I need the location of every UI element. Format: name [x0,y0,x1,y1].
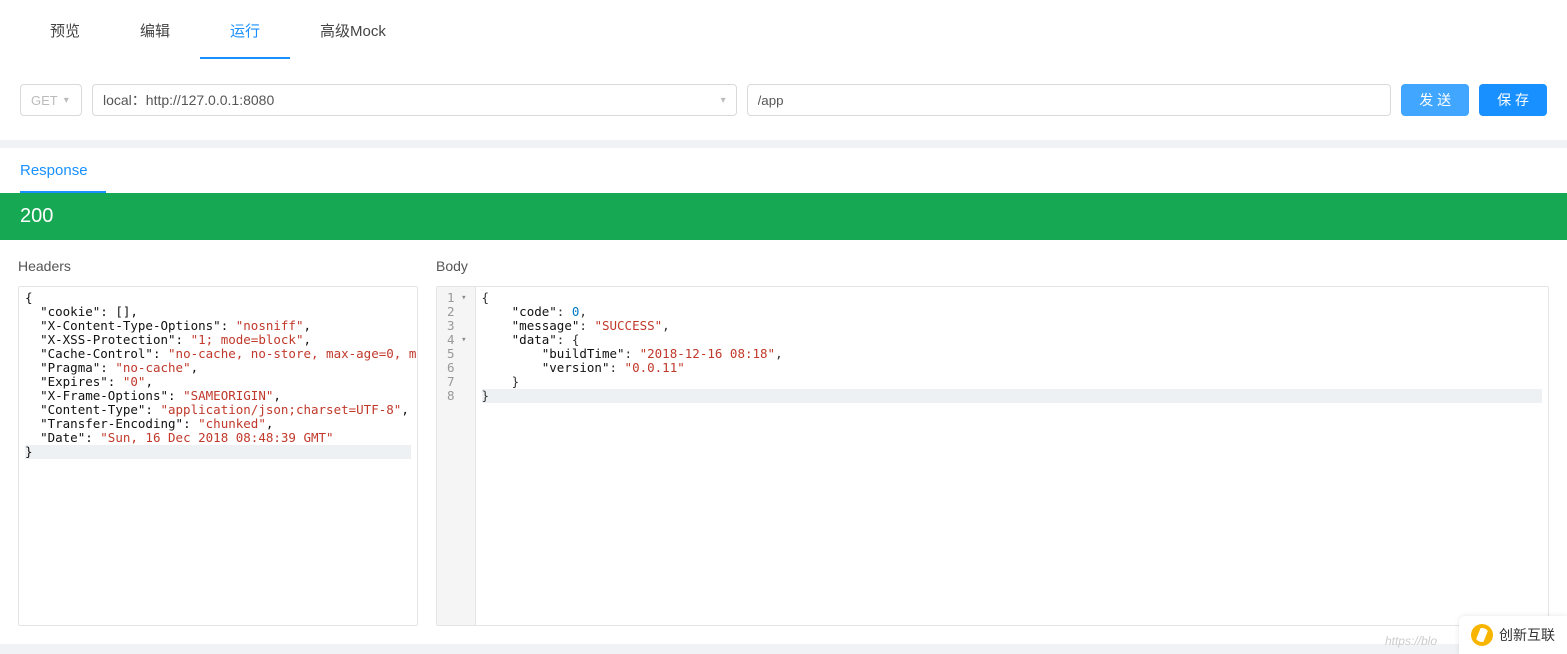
body-title: Body [436,252,1549,286]
logo-text: 创新互联 [1499,625,1555,645]
body-panel: Body 1▾234▾5678 { "code": 0, "message": … [436,252,1549,626]
send-button[interactable]: 发 送 [1401,84,1469,116]
body-code-box[interactable]: 1▾234▾5678 { "code": 0, "message": "SUCC… [436,286,1549,626]
tab-preview[interactable]: 预览 [20,0,110,59]
request-row: GET ▾ local：http://127.0.0.1:8080 ▾ 发 送 … [0,60,1567,140]
headers-code-box[interactable]: { "cookie": [], "X-Content-Type-Options"… [18,286,418,626]
headers-panel: Headers { "cookie": [], "X-Content-Type-… [18,252,418,626]
response-panels: Headers { "cookie": [], "X-Content-Type-… [0,240,1567,644]
chevron-down-icon: ▾ [64,95,69,106]
tab-advanced-mock[interactable]: 高级Mock [290,0,416,59]
http-method-value: GET [31,93,58,108]
path-input[interactable] [747,84,1392,116]
body-editor: 1▾234▾5678 { "code": 0, "message": "SUCC… [437,287,1548,625]
headers-code: { "cookie": [], "X-Content-Type-Options"… [19,287,417,625]
body-code: { "code": 0, "message": "SUCCESS", "data… [476,287,1548,625]
chevron-down-icon: ▾ [721,95,726,106]
save-button[interactable]: 保 存 [1479,84,1547,116]
top-card: 预览 编辑 运行 高级Mock GET ▾ local：http://127.0… [0,0,1567,140]
response-tabs: Response [0,148,1567,193]
tab-response[interactable]: Response [20,148,106,193]
line-gutter: 1▾234▾5678 [437,287,476,625]
tab-edit[interactable]: 编辑 [110,0,200,59]
status-bar: 200 [0,193,1567,240]
headers-title: Headers [18,252,418,286]
response-card: Response 200 Headers { "cookie": [], "X-… [0,148,1567,644]
base-url-select[interactable]: local：http://127.0.0.1:8080 ▾ [92,84,737,116]
main-tabs: 预览 编辑 运行 高级Mock [0,0,1567,60]
logo-badge[interactable]: 创新互联 [1459,616,1567,654]
status-code: 200 [20,205,53,227]
watermark-text: https://blo [1385,634,1437,648]
tab-run[interactable]: 运行 [200,0,290,59]
base-url-value: local：http://127.0.0.1:8080 [103,90,274,110]
logo-icon [1471,624,1493,646]
http-method-select[interactable]: GET ▾ [20,84,82,116]
